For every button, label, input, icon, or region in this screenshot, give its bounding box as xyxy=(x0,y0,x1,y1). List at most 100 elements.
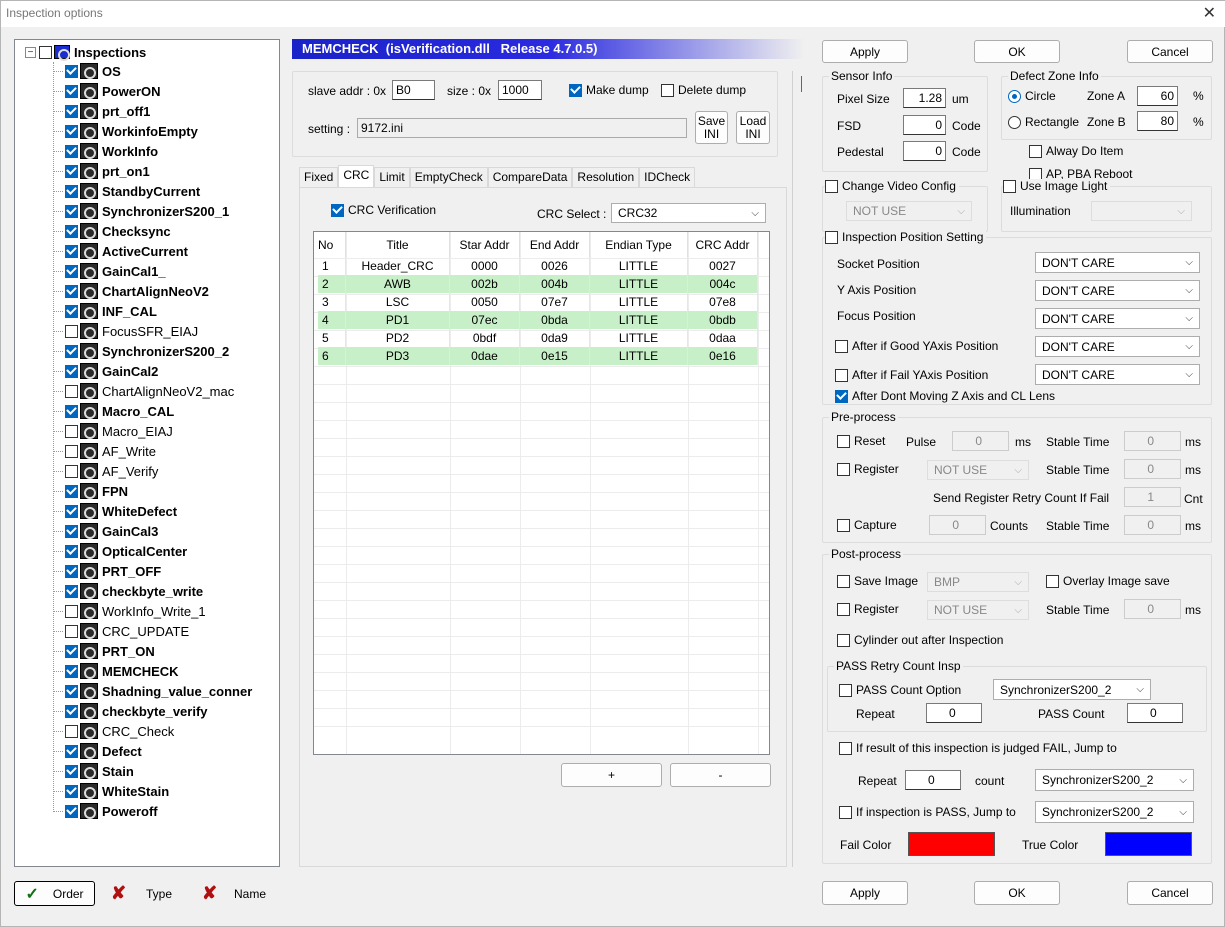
pedestal-input[interactable]: 0 xyxy=(903,141,946,161)
tree-item-checkbox[interactable] xyxy=(65,204,78,218)
tree-item[interactable]: ChartAlignNeoV2 xyxy=(53,282,209,300)
fail-repeat-input[interactable]: 0 xyxy=(905,770,961,790)
zone-a-input[interactable]: 60 xyxy=(1137,86,1178,106)
table-row[interactable]: 5 PD2 0bdf 0da9 LITTLE 0daa xyxy=(318,329,758,347)
tree-item[interactable]: Stain xyxy=(53,762,134,780)
tree-item[interactable]: prt_on1 xyxy=(53,162,150,180)
tree-item[interactable]: OpticalCenter xyxy=(53,542,187,560)
pixel-size-input[interactable]: 1.28 xyxy=(903,88,946,108)
tab-fixed[interactable]: Fixed xyxy=(299,167,339,187)
tree-item-checkbox[interactable] xyxy=(65,144,78,158)
save-ini-button[interactable]: Save INI xyxy=(695,111,728,144)
tree-item[interactable]: checkbyte_verify xyxy=(53,702,208,720)
tree-item[interactable]: OS xyxy=(53,62,121,80)
tree-item[interactable]: SynchronizerS200_1 xyxy=(53,202,229,220)
post-stable-input[interactable]: 0 xyxy=(1124,599,1181,619)
crc-table[interactable]: No Title Star Addr End Addr Endian Type CRC A… xyxy=(313,231,770,755)
tree-item-checkbox[interactable] xyxy=(65,484,78,498)
tree-item[interactable]: WhiteDefect xyxy=(53,502,177,520)
after-good-yaxis-checkbox[interactable]: After if Good YAxis Position xyxy=(835,339,998,353)
column-header[interactable]: Star Addr xyxy=(450,232,520,258)
ok-button-top[interactable]: OK xyxy=(974,40,1060,63)
tree-item-checkbox[interactable] xyxy=(65,784,78,798)
tree-item[interactable]: ChartAlignNeoV2_mac xyxy=(53,382,234,400)
tree-item[interactable]: Poweroff xyxy=(53,802,158,820)
pass-jump-checkbox[interactable]: If inspection is PASS, Jump to xyxy=(839,805,1016,819)
tab-resolution[interactable]: Resolution xyxy=(572,167,640,187)
tree-root[interactable]: − Inspections xyxy=(25,44,146,61)
overlay-image-checkbox[interactable]: Overlay Image save xyxy=(1046,574,1170,588)
tab-limit[interactable]: Limit xyxy=(374,167,410,187)
tree-item[interactable]: AF_Write xyxy=(53,442,156,460)
tree-item-checkbox[interactable] xyxy=(65,444,78,458)
save-image-select[interactable]: BMP ⌵ xyxy=(927,572,1029,592)
tree-item[interactable]: Checksync xyxy=(53,222,171,240)
tree-item[interactable]: WorkInfo xyxy=(53,142,158,160)
tree-item-checkbox[interactable] xyxy=(65,84,78,98)
after-good-yaxis-select[interactable]: DON'T CARE ⌵ xyxy=(1035,336,1200,357)
tree-item-checkbox[interactable] xyxy=(65,64,78,78)
tree-item-checkbox[interactable] xyxy=(65,704,78,718)
tree-item[interactable]: CRC_Check xyxy=(53,722,174,740)
pre-register-select[interactable]: NOT USE ⌵ xyxy=(927,460,1029,480)
focus-position-select[interactable]: DON'T CARE ⌵ xyxy=(1035,308,1200,329)
tree-item-checkbox[interactable] xyxy=(65,604,78,618)
column-header[interactable]: No xyxy=(318,232,346,258)
inspection-position-checkbox[interactable]: Inspection Position Setting xyxy=(825,230,987,244)
illumination-select[interactable]: ⌵ xyxy=(1091,201,1192,221)
pass-count-option-checkbox[interactable]: PASS Count Option xyxy=(839,683,961,697)
after-fail-yaxis-checkbox[interactable]: After if Fail YAxis Position xyxy=(835,368,988,382)
cancel-button-bottom[interactable]: Cancel xyxy=(1127,881,1213,905)
tree-item[interactable]: PowerON xyxy=(53,82,161,100)
table-row[interactable]: 1 Header_CRC 0000 0026 LITTLE 0027 xyxy=(318,257,758,275)
tree-item-checkbox[interactable] xyxy=(65,524,78,538)
tree-item-checkbox[interactable] xyxy=(65,224,78,238)
column-header[interactable]: End Addr xyxy=(520,232,590,258)
true-color-swatch[interactable] xyxy=(1105,832,1192,856)
retry-count-input[interactable]: 1 xyxy=(1124,487,1181,507)
tree-item-checkbox[interactable] xyxy=(65,764,78,778)
fail-jump-checkbox[interactable]: If result of this inspection is judged F… xyxy=(839,741,1117,755)
pass-count-select[interactable]: SynchronizerS200_2 ⌵ xyxy=(993,679,1151,700)
tree-item-checkbox[interactable] xyxy=(65,404,78,418)
tab-comparedata[interactable]: CompareData xyxy=(487,167,573,187)
pulse-input[interactable]: 0 xyxy=(952,431,1009,451)
size-input[interactable]: 1000 xyxy=(498,80,542,100)
socket-position-select[interactable]: DON'T CARE ⌵ xyxy=(1035,252,1200,273)
fsd-input[interactable]: 0 xyxy=(903,115,946,135)
name-x-icon[interactable]: ✘ xyxy=(202,883,217,904)
tree-item[interactable]: Macro_CAL xyxy=(53,402,174,420)
load-ini-button[interactable]: Load INI xyxy=(736,111,770,144)
collapse-icon[interactable]: − xyxy=(25,46,36,58)
tree-item[interactable]: INF_CAL xyxy=(53,302,157,320)
tree-item[interactable]: CRC_UPDATE xyxy=(53,622,189,640)
crc-select[interactable]: CRC32 ⌵ xyxy=(611,203,766,223)
post-register-select[interactable]: NOT USE ⌵ xyxy=(927,600,1029,620)
slave-addr-input[interactable]: B0 xyxy=(392,80,435,100)
post-register-checkbox[interactable]: Register xyxy=(837,602,899,616)
rectangle-radio[interactable]: Rectangle xyxy=(1008,115,1079,129)
make-dump-checkbox[interactable]: Make dump xyxy=(569,83,649,97)
tree-item[interactable]: PRT_ON xyxy=(53,642,155,660)
inspection-tree[interactable]: − Inspections OS PowerON prt_off1 WorkinfoE… xyxy=(14,39,280,867)
tree-item-checkbox[interactable] xyxy=(65,424,78,438)
alway-do-item-checkbox[interactable]: Alway Do Item xyxy=(1029,144,1123,158)
tree-item-checkbox[interactable] xyxy=(65,244,78,258)
video-config-select[interactable]: NOT USE ⌵ xyxy=(846,201,972,221)
tree-item-checkbox[interactable] xyxy=(65,624,78,638)
pass-jump-select[interactable]: SynchronizerS200_2 ⌵ xyxy=(1035,801,1194,823)
zone-b-input[interactable]: 80 xyxy=(1137,111,1178,131)
tab-crc[interactable]: CRC xyxy=(338,165,375,187)
tree-item-checkbox[interactable] xyxy=(65,804,78,818)
root-checkbox[interactable] xyxy=(39,45,52,59)
table-row[interactable]: 6 PD3 0dae 0e15 LITTLE 0e16 xyxy=(318,347,758,365)
tree-item-checkbox[interactable] xyxy=(65,744,78,758)
tree-item[interactable]: FocusSFR_EIAJ xyxy=(53,322,198,340)
tree-item-checkbox[interactable] xyxy=(65,104,78,118)
change-video-config-checkbox[interactable]: Change Video Config xyxy=(825,179,959,193)
tree-item[interactable]: WhiteStain xyxy=(53,782,169,800)
tree-item[interactable]: GainCal2 xyxy=(53,362,158,380)
table-row[interactable]: 2 AWB 002b 004b LITTLE 004c xyxy=(318,275,758,293)
tree-item[interactable]: AF_Verify xyxy=(53,462,158,480)
cylinder-out-checkbox[interactable]: Cylinder out after Inspection xyxy=(837,633,1003,647)
